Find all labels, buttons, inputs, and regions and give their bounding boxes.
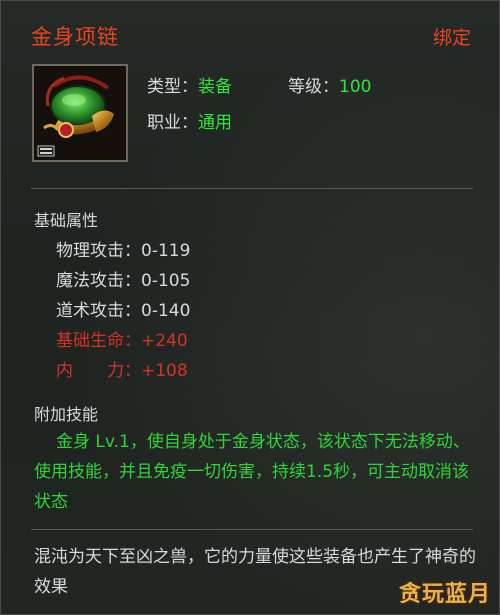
type-row: 类型：装备 — [147, 72, 232, 97]
stat-value: +108 — [141, 361, 188, 381]
stat-label: 物理攻击： — [56, 241, 141, 261]
divider — [31, 529, 473, 530]
extra-skill-heading: 附加技能 — [34, 405, 99, 424]
stat-label: 魔法攻击： — [56, 271, 141, 291]
type-value: 装备 — [198, 77, 232, 97]
item-tooltip-panel: 金身项链 绑定 类型：装备 等级：100 职业：通用 基础属性 物理攻击：0-1… — [0, 0, 500, 615]
divider — [31, 188, 473, 189]
class-row: 职业：通用 — [147, 108, 232, 133]
stat-row: 道术攻击：0-140 — [56, 296, 190, 321]
stat-label: 道术攻击： — [56, 301, 141, 321]
base-attributes-heading: 基础属性 — [34, 211, 99, 230]
item-name: 金身项链 — [31, 25, 119, 49]
stat-value: 0-140 — [141, 301, 191, 321]
stat-value: 0-119 — [141, 241, 191, 261]
level-row: 等级：100 — [288, 72, 371, 97]
level-value: 100 — [339, 77, 372, 97]
class-value: 通用 — [198, 113, 232, 133]
type-label: 类型： — [147, 77, 198, 97]
stat-value: +240 — [141, 331, 188, 351]
watermark-logo: 贪玩蓝月 — [397, 576, 493, 610]
necklace-icon — [34, 66, 126, 160]
watermark-text: 贪玩蓝月 — [398, 581, 491, 607]
skill-description: 金身 Lv.1，使自身处于金身状态，该状态下无法移动、使用技能，并且免疫一切伤害… — [34, 432, 470, 512]
item-icon-frame — [32, 64, 128, 162]
stat-row: 魔法攻击：0-105 — [56, 266, 190, 291]
class-label: 职业： — [147, 113, 198, 133]
stat-row: 物理攻击：0-119 — [56, 236, 190, 261]
stat-row: 内 力：+108 — [56, 356, 188, 381]
stat-value: 0-105 — [141, 271, 191, 291]
bind-status: 绑定 — [432, 27, 471, 49]
stat-label: 基础生命： — [56, 331, 141, 351]
stat-label: 内 力： — [56, 361, 141, 381]
level-label: 等级： — [288, 77, 339, 97]
stat-row: 基础生命：+240 — [56, 326, 188, 351]
